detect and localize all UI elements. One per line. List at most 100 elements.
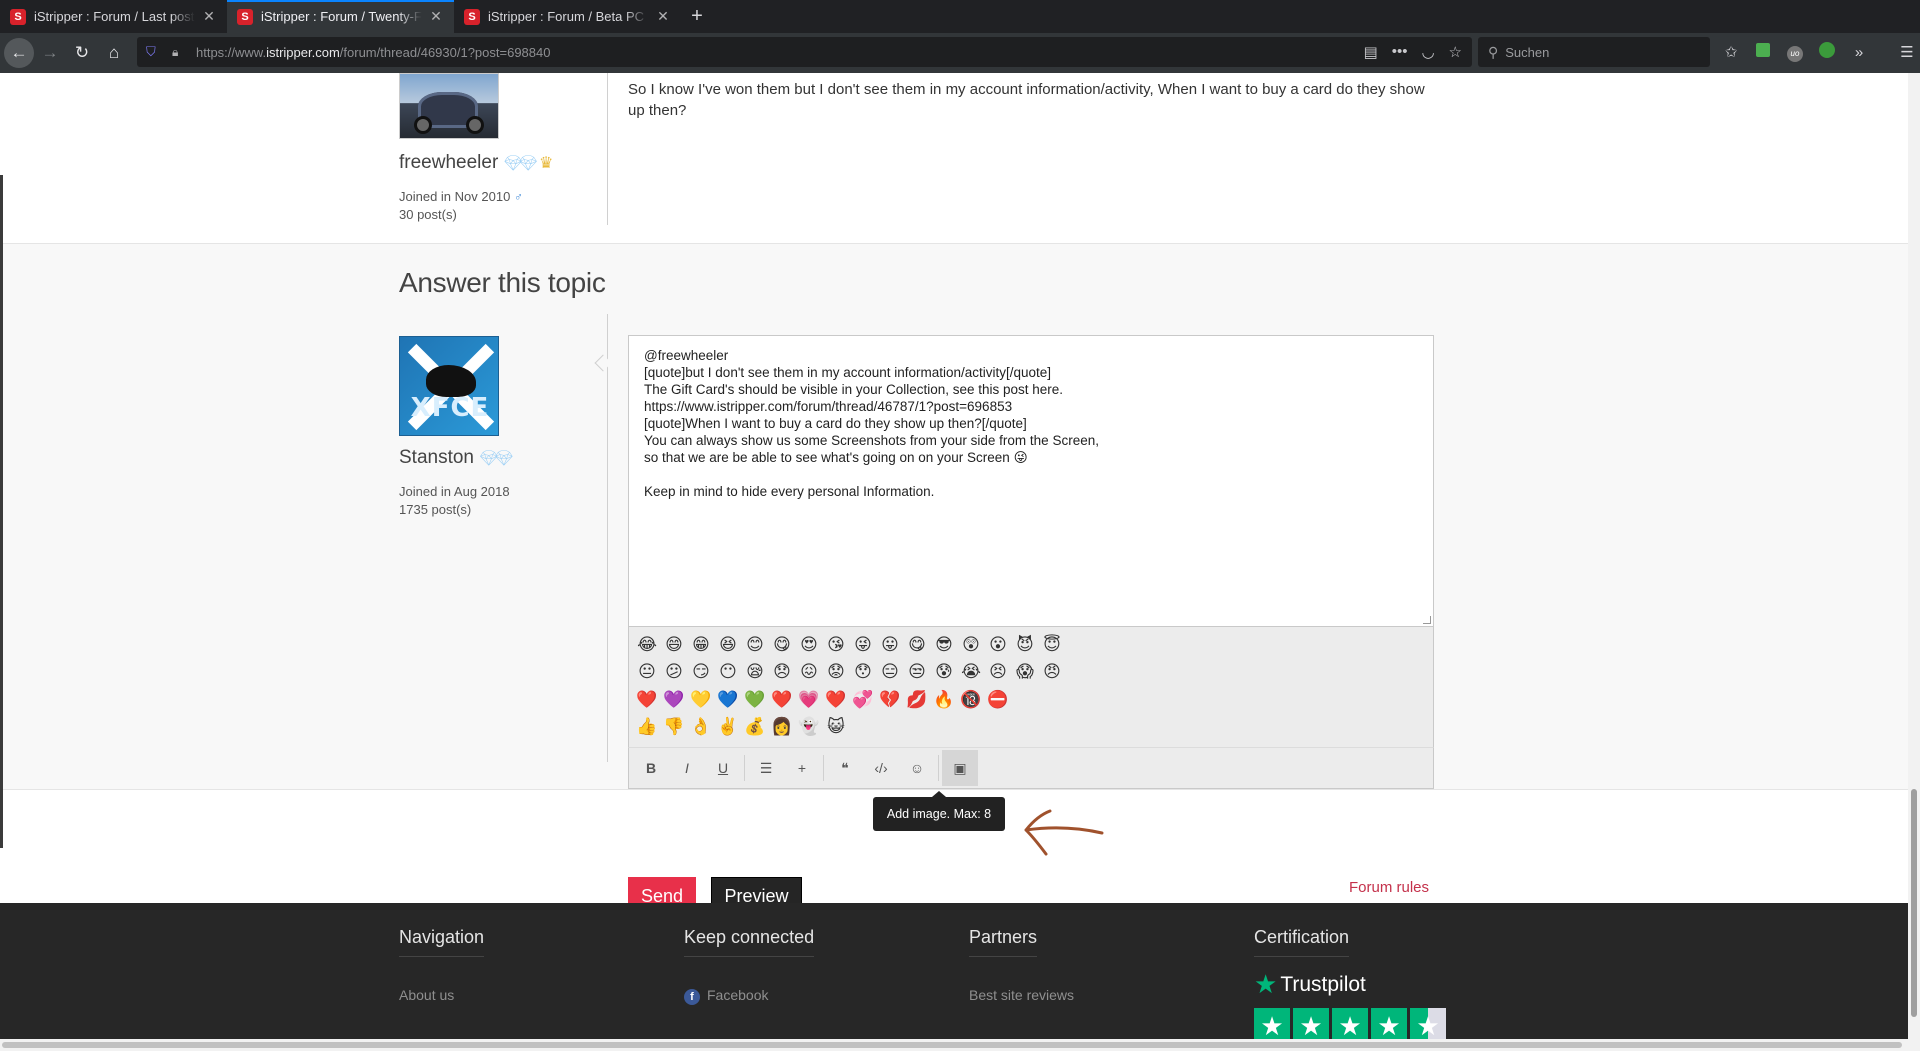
emoji-button[interactable]: 💰 (743, 715, 767, 739)
emoji-button[interactable]: 😭 (959, 660, 983, 684)
forum-rules-link[interactable]: Forum rules (1349, 879, 1429, 896)
new-tab-icon[interactable]: + (681, 0, 713, 33)
about-us-link[interactable]: About us (399, 987, 484, 1003)
emoji-button[interactable]: 😋 (905, 632, 929, 656)
horizontal-scrollbar[interactable] (0, 1039, 1908, 1051)
emoji-button[interactable]: 💚 (743, 687, 767, 711)
ublock-icon[interactable]: uo (1784, 43, 1806, 62)
emoji-button[interactable]: 😘 (824, 632, 848, 656)
add-image-icon[interactable]: ▣ (942, 750, 978, 786)
vertical-scrollbar[interactable] (1908, 73, 1920, 1051)
reload-icon[interactable]: ↻ (66, 37, 98, 69)
underline-button[interactable]: U (705, 750, 741, 786)
emoji-button[interactable]: 😯 (851, 660, 875, 684)
more-actions-icon[interactable]: ••• (1392, 43, 1408, 61)
home-icon[interactable]: ⌂ (98, 37, 130, 69)
close-tab-icon[interactable]: ✕ (655, 8, 671, 25)
emoji-button[interactable]: 😛 (878, 632, 902, 656)
emoji-button[interactable]: 😊 (743, 632, 767, 656)
bold-button[interactable]: B (633, 750, 669, 786)
emoji-button[interactable]: 😲 (959, 632, 983, 656)
emoji-button[interactable]: 😠 (1040, 660, 1064, 684)
emoji-button[interactable]: 😪 (743, 660, 767, 684)
pocket-icon[interactable]: ◡ (1421, 43, 1434, 61)
browser-tab-3[interactable]: S iStripper : Forum / Beta PC 1.412 ✕ (454, 0, 681, 33)
back-arrow-icon[interactable]: ← (4, 38, 34, 68)
emoji-button[interactable]: 😄 (662, 632, 686, 656)
post-username[interactable]: freewheeler 💎︎💎︎ ♛ (399, 152, 553, 174)
emoji-button[interactable]: 😂 (635, 632, 659, 656)
code-icon[interactable]: ‹/› (863, 750, 899, 786)
quote-icon[interactable]: ❝ (827, 750, 863, 786)
avatar[interactable] (399, 73, 499, 139)
emoji-button[interactable]: 👻 (797, 715, 821, 739)
emoji-button[interactable]: 😒 (905, 660, 929, 684)
emoji-button[interactable]: ❤️ (635, 687, 659, 711)
emoji-button[interactable]: 😎 (932, 632, 956, 656)
avatar[interactable]: XFCE (399, 336, 499, 436)
emoji-button[interactable]: 😑 (878, 660, 902, 684)
reader-view-icon[interactable]: ▤ (1364, 43, 1378, 61)
list-icon[interactable]: ☰ (748, 750, 784, 786)
emoji-button[interactable]: 😈 (1013, 632, 1037, 656)
library-icon[interactable]: ✩ (1720, 43, 1742, 61)
emoji-button[interactable]: 👩 (770, 715, 794, 739)
hamburger-menu-icon[interactable]: ☰ (1896, 43, 1918, 61)
emoji-button[interactable]: 💛 (689, 687, 713, 711)
emoji-button[interactable]: 💙 (716, 687, 740, 711)
emoji-button[interactable]: 😟 (824, 660, 848, 684)
emoji-button[interactable]: 😇 (1040, 632, 1064, 656)
italic-button[interactable]: I (669, 750, 705, 786)
emoji-button[interactable]: 😕 (662, 660, 686, 684)
emoji-button[interactable]: 😣 (986, 660, 1010, 684)
emoji-button[interactable]: 😆 (716, 632, 740, 656)
emoji-button[interactable]: 💗 (797, 687, 821, 711)
emoji-button[interactable]: 💜 (662, 687, 686, 711)
emoji-button[interactable]: 😱 (1013, 660, 1037, 684)
trustpilot-logo[interactable]: ★ Trustpilot (1254, 969, 1446, 1000)
forward-arrow-icon[interactable]: → (34, 37, 66, 69)
overflow-chevron-icon[interactable]: » (1848, 44, 1870, 61)
emoji-button[interactable]: 😏 (689, 660, 713, 684)
emoji-button[interactable]: 💋 (905, 687, 929, 711)
emoji-button[interactable]: 🔞 (959, 687, 983, 711)
emoji-button[interactable]: 👌 (689, 715, 713, 739)
emoji-button[interactable]: 😮 (986, 632, 1010, 656)
resize-handle-icon[interactable] (1423, 616, 1431, 624)
emoji-button[interactable]: 😋 (770, 632, 794, 656)
bookmark-star-icon[interactable]: ☆ (1449, 43, 1462, 61)
facebook-link[interactable]: f Facebook (684, 987, 814, 1005)
address-bar[interactable]: ⛉ 🔒︎ https://www.istripper.com/forum/thr… (137, 37, 1472, 67)
tracking-shield-icon[interactable]: ⛉ (146, 44, 162, 60)
emoji-button[interactable]: ✌️ (716, 715, 740, 739)
browser-tab-1[interactable]: S iStripper : Forum / Last posts ✕ (0, 0, 227, 33)
url-text[interactable]: https://www.istripper.com/forum/thread/4… (196, 45, 1364, 60)
emoji-button[interactable]: 💞 (851, 687, 875, 711)
add-icon[interactable]: + (784, 750, 820, 786)
green-circle-extension-icon[interactable] (1816, 42, 1838, 62)
emoji-button[interactable]: 🔥 (932, 687, 956, 711)
browser-tab-2[interactable]: S iStripper : Forum / Twenty-Five Gift C… (227, 0, 454, 33)
emoji-button[interactable]: 😰 (932, 660, 956, 684)
emoji-icon[interactable]: ☺ (899, 750, 935, 786)
emoji-button[interactable]: 😞 (770, 660, 794, 684)
emoji-button[interactable]: 👍 (635, 715, 659, 739)
current-username[interactable]: Stanston 💎︎💎︎ (399, 447, 513, 469)
emoji-button[interactable]: 😖 (797, 660, 821, 684)
green-extension-icon[interactable] (1752, 43, 1774, 61)
emoji-button[interactable]: ❤️ (824, 687, 848, 711)
emoji-button[interactable]: ❤️ (770, 687, 794, 711)
close-tab-icon[interactable]: ✕ (201, 8, 217, 25)
search-bar[interactable]: ⚲ Suchen (1478, 37, 1710, 67)
close-tab-icon[interactable]: ✕ (428, 8, 444, 25)
emoji-button[interactable]: 👎 (662, 715, 686, 739)
lock-icon[interactable]: 🔒︎ (172, 45, 188, 60)
emoji-button[interactable]: 😍 (797, 632, 821, 656)
emoji-button[interactable]: 😺 (824, 715, 848, 739)
best-site-reviews-link[interactable]: Best site reviews (969, 987, 1074, 1003)
emoji-button[interactable]: 💔 (878, 687, 902, 711)
emoji-button[interactable]: 😜 (851, 632, 875, 656)
emoji-button[interactable]: 😐 (635, 660, 659, 684)
reply-textarea[interactable]: @freewheeler [quote]but I don't see them… (628, 335, 1434, 627)
emoji-button[interactable]: 😁 (689, 632, 713, 656)
